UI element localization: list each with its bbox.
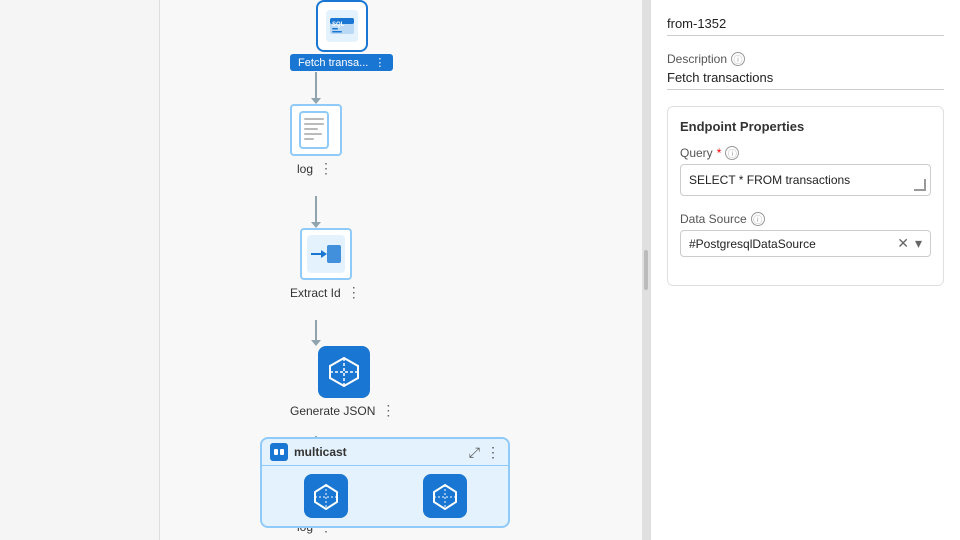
log1-label-row: log ⋮ [297, 160, 335, 177]
multicast-label: multicast [294, 445, 347, 459]
datasource-info-icon[interactable]: ⓘ [751, 212, 765, 226]
genjson-node-icon[interactable] [318, 346, 370, 398]
name-field-group: from-1352 [667, 16, 944, 36]
datasource-clear-button[interactable]: ✕ [897, 235, 909, 252]
panel-divider-handle [644, 250, 648, 290]
multicast-header-left: multicast [270, 443, 347, 461]
query-value: SELECT * FROM transactions [689, 173, 850, 187]
fetch-node-wrapper: SQL Fetch transa... ⋮ [290, 0, 393, 71]
arrow-1 [315, 72, 317, 100]
endpoint-properties-section: Endpoint Properties Query * ⓘ SELECT * F… [667, 106, 944, 286]
query-value-box[interactable]: SELECT * FROM transactions [680, 164, 931, 196]
genjson-label: Generate JSON [290, 404, 375, 418]
description-label: Description ⓘ [667, 52, 944, 66]
log1-label: log [297, 162, 313, 176]
multicast-child-2[interactable] [423, 474, 467, 518]
arrow-2 [315, 196, 317, 224]
genjson-label-row: Generate JSON ⋮ [290, 402, 397, 419]
description-field-group: Description ⓘ Fetch transactions [667, 52, 944, 90]
arrow-3 [315, 320, 317, 342]
query-label: Query * ⓘ [680, 146, 931, 160]
canvas-area: SQL Fetch transa... ⋮ [160, 0, 642, 540]
extractid-label-row: Extract Id ⋮ [290, 284, 363, 301]
multicast-header: multicast ⤢ ⋮ [262, 439, 508, 466]
datasource-row: #PostgresqlDataSource ✕ ▾ [680, 230, 931, 257]
datasource-label: Data Source ⓘ [680, 212, 931, 226]
endpoint-properties-title: Endpoint Properties [680, 119, 931, 134]
multicast-expand-icon[interactable]: ⤢ [469, 444, 480, 461]
datasource-actions: ✕ ▾ [897, 235, 922, 252]
description-value: Fetch transactions [667, 70, 944, 90]
genjson-dots[interactable]: ⋮ [379, 402, 397, 419]
fetch-label-bar[interactable]: Fetch transa... ⋮ [290, 54, 393, 71]
datasource-dropdown-button[interactable]: ▾ [915, 235, 922, 252]
query-info-icon[interactable]: ⓘ [725, 146, 739, 160]
extractid-label: Extract Id [290, 286, 341, 300]
right-panel: from-1352 Description ⓘ Fetch transactio… [650, 0, 960, 540]
genjson-node-wrapper: Generate JSON ⋮ [290, 346, 397, 419]
multicast-child-1[interactable] [304, 474, 348, 518]
fetch-node-dots[interactable]: ⋮ [374, 56, 385, 69]
query-field-group: Query * ⓘ SELECT * FROM transactions [680, 146, 931, 196]
multicast-dots-icon[interactable]: ⋮ [486, 444, 500, 461]
multicast-icon [270, 443, 288, 461]
flow-container: SQL Fetch transa... ⋮ [160, 0, 642, 540]
multicast-body [262, 466, 508, 526]
extractid-dots[interactable]: ⋮ [345, 284, 363, 301]
extractid-node-wrapper: Extract Id ⋮ [290, 228, 363, 301]
fetch-node-icon[interactable]: SQL [316, 0, 368, 52]
name-value: from-1352 [667, 16, 944, 36]
log1-dots[interactable]: ⋮ [317, 160, 335, 177]
panel-divider[interactable] [642, 0, 650, 540]
query-required-star: * [717, 146, 722, 160]
datasource-field-group: Data Source ⓘ #PostgresqlDataSource ✕ ▾ [680, 212, 931, 257]
multicast-node[interactable]: multicast ⤢ ⋮ [260, 437, 510, 528]
multicast-node-wrapper: multicast ⤢ ⋮ [260, 437, 510, 528]
log1-node-icon[interactable] [290, 104, 342, 156]
left-sidebar [0, 0, 160, 540]
svg-text:SQL: SQL [332, 22, 345, 28]
multicast-header-right: ⤢ ⋮ [469, 444, 500, 461]
fetch-node-label: Fetch transa... [298, 57, 368, 69]
extractid-node-icon[interactable] [300, 228, 352, 280]
description-info-icon[interactable]: ⓘ [731, 52, 745, 66]
log1-node-wrapper: log ⋮ [290, 104, 342, 177]
datasource-value: #PostgresqlDataSource [689, 237, 816, 251]
